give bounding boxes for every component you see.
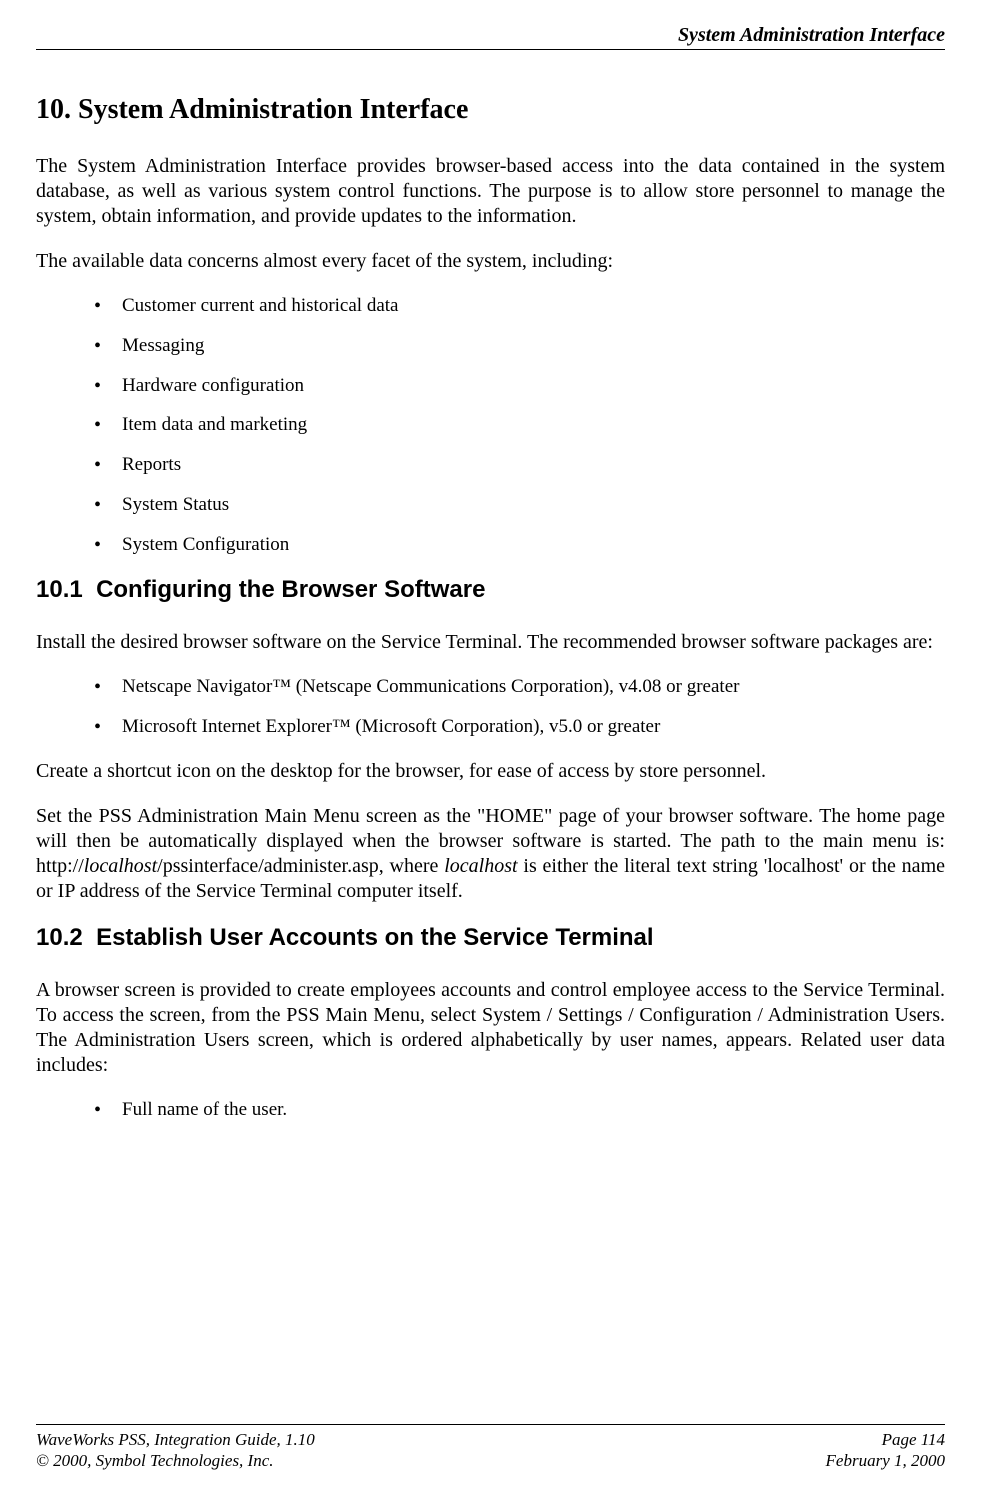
running-header: System Administration Interface — [36, 24, 945, 47]
footer-row-1: WaveWorks PSS, Integration Guide, 1.10 P… — [36, 1429, 945, 1450]
list-item: Customer current and historical data — [122, 294, 945, 318]
footer-right-date: February 1, 2000 — [826, 1450, 945, 1471]
footer-left-doc: WaveWorks PSS, Integration Guide, 1.10 — [36, 1429, 315, 1450]
section-title: System Administration Interface — [78, 94, 468, 125]
text-run-italic: localhost — [84, 855, 157, 877]
subsection-number: 10.1 — [36, 576, 83, 603]
userdata-list: Full name of the user. — [36, 1098, 945, 1122]
list-item: Full name of the user. — [122, 1098, 945, 1122]
list-item: Item data and marketing — [122, 413, 945, 437]
footer-right-page: Page 114 — [882, 1429, 945, 1450]
subsection-number: 10.2 — [36, 924, 83, 951]
subsection-heading-1: 10.1 Configuring the Browser Software — [36, 576, 945, 604]
intro-paragraph-2: The available data concerns almost every… — [36, 249, 945, 274]
list-item: Netscape Navigator™ (Netscape Communicat… — [122, 675, 945, 699]
subsection-title: Configuring the Browser Software — [96, 576, 485, 603]
facet-list: Customer current and historical data Mes… — [36, 294, 945, 556]
list-item: Hardware configuration — [122, 374, 945, 398]
intro-paragraph-1: The System Administration Interface prov… — [36, 154, 945, 229]
text-run: /pssinterface/administer.asp, where — [157, 855, 444, 877]
sub1-paragraph-2: Create a shortcut icon on the desktop fo… — [36, 759, 945, 784]
list-item: Reports — [122, 453, 945, 477]
sub1-paragraph-1: Install the desired browser software on … — [36, 630, 945, 655]
list-item: Microsoft Internet Explorer™ (Microsoft … — [122, 715, 945, 739]
section-heading: 10. System Administration Interface — [36, 94, 945, 126]
sub2-paragraph-1: A browser screen is provided to create e… — [36, 978, 945, 1078]
subsection-heading-2: 10.2 Establish User Accounts on the Serv… — [36, 924, 945, 952]
browser-list: Netscape Navigator™ (Netscape Communicat… — [36, 675, 945, 739]
header-rule — [36, 49, 945, 50]
list-item: System Status — [122, 493, 945, 517]
list-item: System Configuration — [122, 533, 945, 557]
footer-left-copyright: © 2000, Symbol Technologies, Inc. — [36, 1450, 274, 1471]
sub1-paragraph-3: Set the PSS Administration Main Menu scr… — [36, 804, 945, 904]
footer-row-2: © 2000, Symbol Technologies, Inc. Februa… — [36, 1450, 945, 1471]
section-number: 10. — [36, 94, 71, 125]
page-footer: WaveWorks PSS, Integration Guide, 1.10 P… — [36, 1424, 945, 1472]
subsection-title: Establish User Accounts on the Service T… — [96, 924, 654, 951]
list-item: Messaging — [122, 334, 945, 358]
text-run-italic: localhost — [444, 855, 517, 877]
footer-rule — [36, 1424, 945, 1425]
